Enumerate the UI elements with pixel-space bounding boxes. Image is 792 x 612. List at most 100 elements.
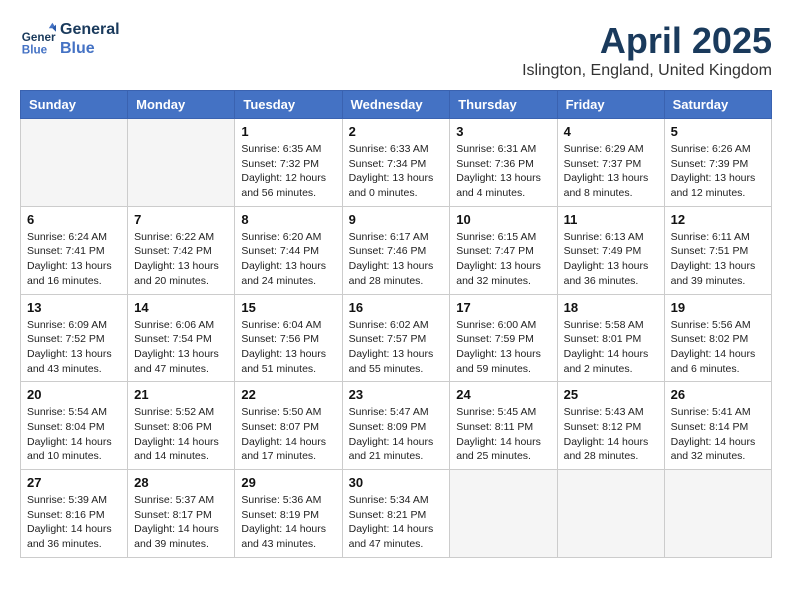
day-info: Sunrise: 6:22 AMSunset: 7:42 PMDaylight:… xyxy=(134,230,228,289)
calendar-cell: 14 Sunrise: 6:06 AMSunset: 7:54 PMDayligh… xyxy=(128,294,235,382)
calendar-cell xyxy=(557,470,664,558)
day-info: Sunrise: 6:35 AMSunset: 7:32 PMDaylight:… xyxy=(241,142,335,201)
day-info: Sunrise: 5:52 AMSunset: 8:06 PMDaylight:… xyxy=(134,405,228,464)
day-info: Sunrise: 6:20 AMSunset: 7:44 PMDaylight:… xyxy=(241,230,335,289)
calendar-cell: 5 Sunrise: 6:26 AMSunset: 7:39 PMDaylight… xyxy=(664,119,771,207)
day-number: 19 xyxy=(671,300,765,315)
column-header-saturday: Saturday xyxy=(664,91,771,119)
day-number: 7 xyxy=(134,212,228,227)
day-info: Sunrise: 5:56 AMSunset: 8:02 PMDaylight:… xyxy=(671,318,765,377)
calendar-cell: 11Sunrise: 6:13 AMSunset: 7:49 PMDayligh… xyxy=(557,206,664,294)
calendar-cell: 3 Sunrise: 6:31 AMSunset: 7:36 PMDaylight… xyxy=(450,119,557,207)
calendar-cell xyxy=(450,470,557,558)
calendar-cell: 15 Sunrise: 6:04 AMSunset: 7:56 PMDayligh… xyxy=(235,294,342,382)
column-header-sunday: Sunday xyxy=(21,91,128,119)
day-info: Sunrise: 6:11 AMSunset: 7:51 PMDaylight:… xyxy=(671,230,765,289)
day-info: Sunrise: 5:54 AMSunset: 8:04 PMDaylight:… xyxy=(27,405,121,464)
calendar-cell: 13Sunrise: 6:09 AMSunset: 7:52 PMDayligh… xyxy=(21,294,128,382)
day-info: Sunrise: 6:29 AMSunset: 7:37 PMDaylight:… xyxy=(564,142,658,201)
calendar-cell: 10 Sunrise: 6:15 AMSunset: 7:47 PMDayligh… xyxy=(450,206,557,294)
day-number: 9 xyxy=(349,212,444,227)
calendar-cell: 30 Sunrise: 5:34 AMSunset: 8:21 PMDayligh… xyxy=(342,470,450,558)
day-number: 26 xyxy=(671,387,765,402)
calendar-cell: 23 Sunrise: 5:47 AMSunset: 8:09 PMDayligh… xyxy=(342,382,450,470)
day-number: 10 xyxy=(456,212,550,227)
calendar-cell: 19 Sunrise: 5:56 AMSunset: 8:02 PMDayligh… xyxy=(664,294,771,382)
location-title: Islington, England, United Kingdom xyxy=(522,62,772,80)
day-number: 16 xyxy=(349,300,444,315)
column-header-monday: Monday xyxy=(128,91,235,119)
calendar-table: SundayMondayTuesdayWednesdayThursdayFrid… xyxy=(20,90,772,558)
day-number: 18 xyxy=(564,300,658,315)
calendar-cell: 6 Sunrise: 6:24 AMSunset: 7:41 PMDaylight… xyxy=(21,206,128,294)
day-info: Sunrise: 5:41 AMSunset: 8:14 PMDaylight:… xyxy=(671,405,765,464)
day-info: Sunrise: 5:36 AMSunset: 8:19 PMDaylight:… xyxy=(241,493,335,552)
calendar-cell: 7 Sunrise: 6:22 AMSunset: 7:42 PMDaylight… xyxy=(128,206,235,294)
day-info: Sunrise: 5:50 AMSunset: 8:07 PMDaylight:… xyxy=(241,405,335,464)
day-number: 3 xyxy=(456,124,550,139)
calendar-cell: 16 Sunrise: 6:02 AMSunset: 7:57 PMDayligh… xyxy=(342,294,450,382)
logo-icon: General Blue xyxy=(20,21,56,57)
day-info: Sunrise: 6:31 AMSunset: 7:36 PMDaylight:… xyxy=(456,142,550,201)
day-info: Sunrise: 5:47 AMSunset: 8:09 PMDaylight:… xyxy=(349,405,444,464)
day-number: 17 xyxy=(456,300,550,315)
calendar-cell: 2Sunrise: 6:33 AMSunset: 7:34 PMDaylight… xyxy=(342,119,450,207)
day-info: Sunrise: 6:15 AMSunset: 7:47 PMDaylight:… xyxy=(456,230,550,289)
day-info: Sunrise: 5:34 AMSunset: 8:21 PMDaylight:… xyxy=(349,493,444,552)
day-info: Sunrise: 5:39 AMSunset: 8:16 PMDaylight:… xyxy=(27,493,121,552)
calendar-cell: 12 Sunrise: 6:11 AMSunset: 7:51 PMDayligh… xyxy=(664,206,771,294)
day-number: 8 xyxy=(241,212,335,227)
day-info: Sunrise: 6:26 AMSunset: 7:39 PMDaylight:… xyxy=(671,142,765,201)
calendar-cell: 22 Sunrise: 5:50 AMSunset: 8:07 PMDayligh… xyxy=(235,382,342,470)
day-number: 22 xyxy=(241,387,335,402)
svg-text:General: General xyxy=(22,31,56,44)
logo-line2: Blue xyxy=(60,39,120,58)
day-info: Sunrise: 6:04 AMSunset: 7:56 PMDaylight:… xyxy=(241,318,335,377)
calendar-cell: 21Sunrise: 5:52 AMSunset: 8:06 PMDayligh… xyxy=(128,382,235,470)
calendar-week-row: 27Sunrise: 5:39 AMSunset: 8:16 PMDayligh… xyxy=(21,470,772,558)
calendar-week-row: 1Sunrise: 6:35 AMSunset: 7:32 PMDaylight… xyxy=(21,119,772,207)
svg-text:Blue: Blue xyxy=(22,44,48,57)
calendar-cell: 9Sunrise: 6:17 AMSunset: 7:46 PMDaylight… xyxy=(342,206,450,294)
calendar-cell: 4Sunrise: 6:29 AMSunset: 7:37 PMDaylight… xyxy=(557,119,664,207)
day-number: 23 xyxy=(349,387,444,402)
logo-line1: General xyxy=(60,20,120,39)
calendar-cell: 17 Sunrise: 6:00 AMSunset: 7:59 PMDayligh… xyxy=(450,294,557,382)
title-section: April 2025 Islington, England, United Ki… xyxy=(522,20,772,80)
column-header-wednesday: Wednesday xyxy=(342,91,450,119)
page-header: General Blue General Blue April 2025 Isl… xyxy=(20,20,772,80)
calendar-cell: 27Sunrise: 5:39 AMSunset: 8:16 PMDayligh… xyxy=(21,470,128,558)
column-header-tuesday: Tuesday xyxy=(235,91,342,119)
column-header-thursday: Thursday xyxy=(450,91,557,119)
day-info: Sunrise: 6:33 AMSunset: 7:34 PMDaylight:… xyxy=(349,142,444,201)
calendar-week-row: 13Sunrise: 6:09 AMSunset: 7:52 PMDayligh… xyxy=(21,294,772,382)
calendar-header-row: SundayMondayTuesdayWednesdayThursdayFrid… xyxy=(21,91,772,119)
day-number: 5 xyxy=(671,124,765,139)
calendar-cell: 29 Sunrise: 5:36 AMSunset: 8:19 PMDayligh… xyxy=(235,470,342,558)
logo: General Blue General Blue xyxy=(20,20,120,58)
day-info: Sunrise: 5:43 AMSunset: 8:12 PMDaylight:… xyxy=(564,405,658,464)
day-info: Sunrise: 6:00 AMSunset: 7:59 PMDaylight:… xyxy=(456,318,550,377)
calendar-cell: 26 Sunrise: 5:41 AMSunset: 8:14 PMDayligh… xyxy=(664,382,771,470)
calendar-cell: 8 Sunrise: 6:20 AMSunset: 7:44 PMDaylight… xyxy=(235,206,342,294)
day-number: 14 xyxy=(134,300,228,315)
day-info: Sunrise: 6:02 AMSunset: 7:57 PMDaylight:… xyxy=(349,318,444,377)
day-info: Sunrise: 6:06 AMSunset: 7:54 PMDaylight:… xyxy=(134,318,228,377)
day-info: Sunrise: 5:45 AMSunset: 8:11 PMDaylight:… xyxy=(456,405,550,464)
calendar-week-row: 6 Sunrise: 6:24 AMSunset: 7:41 PMDaylight… xyxy=(21,206,772,294)
day-info: Sunrise: 5:58 AMSunset: 8:01 PMDaylight:… xyxy=(564,318,658,377)
calendar-cell: 18 Sunrise: 5:58 AMSunset: 8:01 PMDayligh… xyxy=(557,294,664,382)
column-header-friday: Friday xyxy=(557,91,664,119)
calendar-cell: 20Sunrise: 5:54 AMSunset: 8:04 PMDayligh… xyxy=(21,382,128,470)
day-number: 12 xyxy=(671,212,765,227)
day-number: 30 xyxy=(349,475,444,490)
month-title: April 2025 xyxy=(522,20,772,62)
day-number: 28 xyxy=(134,475,228,490)
calendar-cell: 28Sunrise: 5:37 AMSunset: 8:17 PMDayligh… xyxy=(128,470,235,558)
day-number: 29 xyxy=(241,475,335,490)
day-number: 15 xyxy=(241,300,335,315)
day-number: 6 xyxy=(27,212,121,227)
day-info: Sunrise: 6:24 AMSunset: 7:41 PMDaylight:… xyxy=(27,230,121,289)
day-number: 25 xyxy=(564,387,658,402)
day-number: 13 xyxy=(27,300,121,315)
